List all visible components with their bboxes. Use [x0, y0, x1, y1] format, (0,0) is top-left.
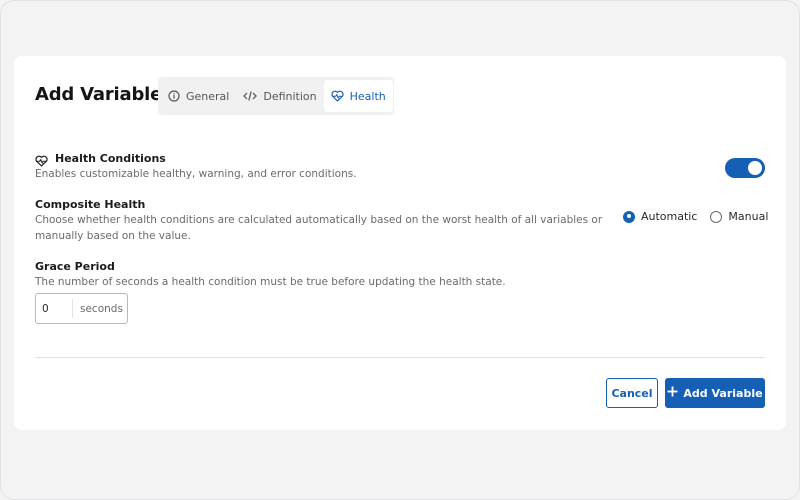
radio-automatic-circle [623, 210, 635, 223]
tab-definition-label: Definition [263, 89, 317, 103]
composite-health-description-line2: manually based on the value. [35, 230, 191, 242]
tab-health-label: Health [349, 89, 386, 103]
health-conditions-toggle[interactable] [725, 158, 765, 178]
tab-bar: General Definition Health [158, 77, 394, 115]
composite-health-title: Composite Health [35, 198, 146, 211]
add-variable-label: Add Variable [683, 386, 763, 400]
grace-period-input[interactable] [36, 298, 72, 319]
add-variable-dialog: Add Variable General Definition Health H… [14, 56, 786, 430]
composite-health-radio-group: Automatic Manual [623, 210, 768, 223]
tab-general[interactable]: General [161, 80, 236, 112]
radio-automatic-label: Automatic [641, 210, 698, 223]
grace-period-title: Grace Period [35, 260, 115, 273]
grace-period-unit: seconds [80, 302, 123, 315]
radio-manual[interactable]: Manual [710, 210, 768, 223]
toggle-knob [748, 161, 762, 175]
health-conditions-title: Health Conditions [55, 152, 166, 165]
add-variable-button[interactable]: Add Variable [665, 378, 765, 408]
composite-health-description-line1: Choose whether health conditions are cal… [35, 214, 603, 226]
radio-automatic[interactable]: Automatic [623, 210, 697, 223]
tab-health[interactable]: Health [323, 80, 393, 112]
plus-icon [667, 386, 678, 400]
grace-period-description: The number of seconds a health condition… [35, 276, 506, 288]
health-conditions-description: Enables customizable healthy, warning, a… [35, 168, 357, 180]
radio-manual-circle [710, 210, 723, 223]
tab-definition[interactable]: Definition [236, 80, 323, 112]
info-circle-icon [168, 90, 180, 102]
grace-period-field: seconds [35, 293, 128, 324]
heart-pulse-icon [331, 90, 344, 102]
code-icon [243, 90, 258, 102]
footer-divider [35, 357, 765, 358]
cancel-button[interactable]: Cancel [606, 378, 658, 408]
tab-general-label: General [186, 89, 230, 103]
dialog-title: Add Variable [35, 84, 163, 105]
radio-manual-label: Manual [728, 210, 769, 223]
